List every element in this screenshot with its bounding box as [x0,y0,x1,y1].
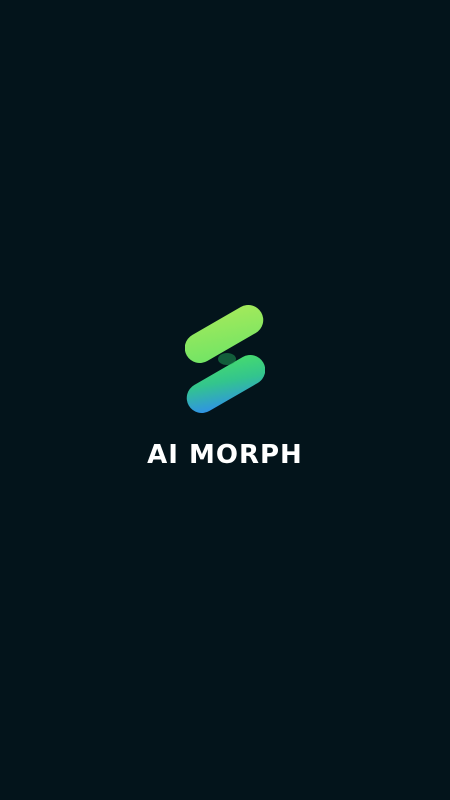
morph-s-logo-icon [185,305,265,415]
app-name-title: AI MORPH [147,440,303,470]
splash-screen: AI MORPH [0,0,450,800]
